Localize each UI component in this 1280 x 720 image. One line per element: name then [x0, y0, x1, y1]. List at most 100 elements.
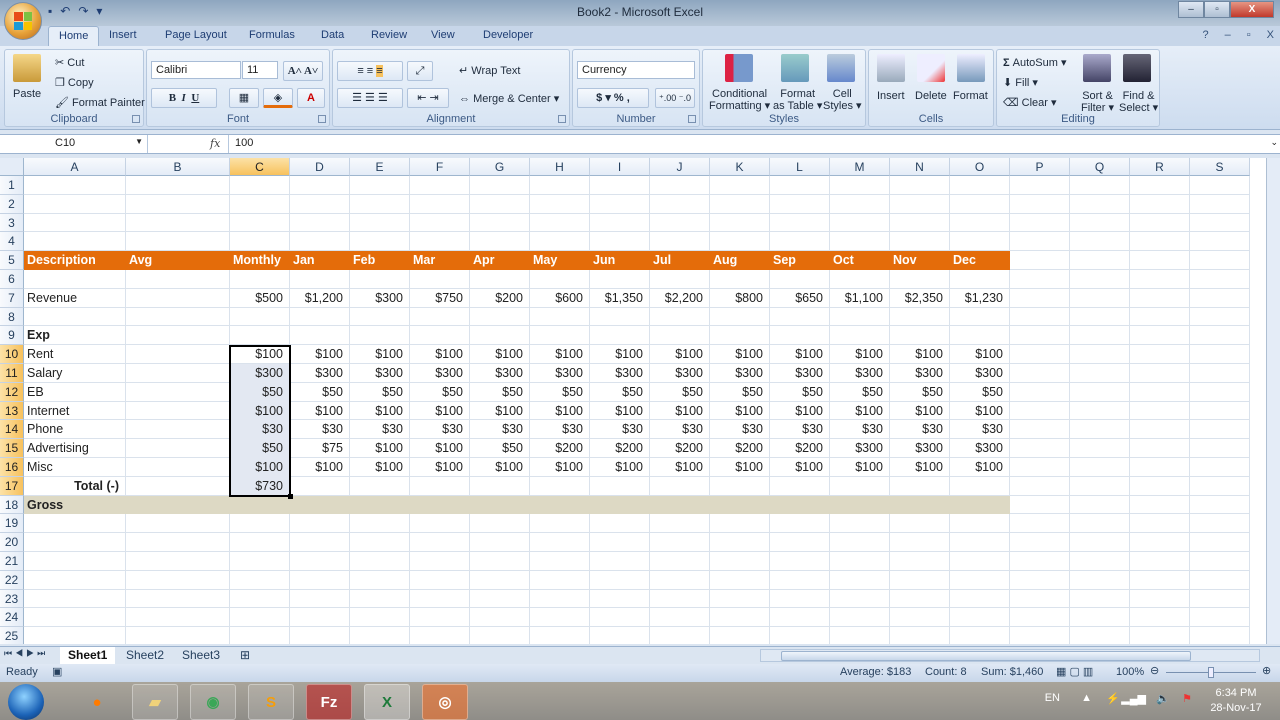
- expense-value[interactable]: $50: [710, 383, 770, 402]
- cell[interactable]: [890, 570, 950, 590]
- row-header-10[interactable]: 10: [0, 345, 24, 364]
- cell[interactable]: [230, 552, 290, 571]
- column-header-k[interactable]: K: [710, 158, 770, 176]
- cell[interactable]: [290, 570, 350, 590]
- cell[interactable]: [770, 176, 830, 195]
- cell[interactable]: [1130, 627, 1190, 644]
- cell[interactable]: [530, 213, 590, 233]
- cell[interactable]: [830, 270, 890, 289]
- cell[interactable]: [650, 270, 710, 289]
- expense-value[interactable]: $300: [950, 364, 1010, 383]
- expense-value[interactable]: $300: [650, 364, 710, 383]
- column-header-j[interactable]: J: [650, 158, 710, 176]
- number-format-select[interactable]: Currency: [577, 61, 695, 79]
- cell[interactable]: [830, 627, 890, 644]
- cell[interactable]: [770, 326, 830, 346]
- expense-value[interactable]: $100: [830, 458, 890, 477]
- expense-value[interactable]: $100: [470, 345, 530, 364]
- cell[interactable]: [1130, 589, 1190, 609]
- expense-value[interactable]: $300: [410, 364, 470, 383]
- cell[interactable]: [590, 213, 650, 233]
- cell[interactable]: [24, 194, 126, 214]
- cell[interactable]: [710, 176, 770, 195]
- conditional-formatting-button[interactable]: Conditional Formatting ▾: [709, 88, 770, 112]
- borders-button[interactable]: ▦: [229, 88, 259, 108]
- expense-value[interactable]: $300: [830, 364, 890, 383]
- cell[interactable]: [710, 213, 770, 233]
- expense-value[interactable]: $50: [410, 383, 470, 402]
- cell[interactable]: [410, 589, 470, 609]
- cell[interactable]: [126, 345, 230, 364]
- number-launcher[interactable]: [688, 115, 696, 123]
- cell[interactable]: [1130, 439, 1190, 458]
- cell[interactable]: [770, 589, 830, 609]
- expense-value[interactable]: $100: [410, 345, 470, 364]
- paste-button[interactable]: Paste: [13, 88, 41, 100]
- row-header-12[interactable]: 12: [0, 382, 24, 402]
- cell[interactable]: [1010, 401, 1070, 421]
- cell[interactable]: [1010, 307, 1070, 327]
- tab-data[interactable]: Data: [321, 29, 344, 41]
- cell[interactable]: [1130, 420, 1190, 440]
- vertical-scrollbar[interactable]: [1266, 158, 1280, 644]
- cell[interactable]: [290, 627, 350, 644]
- underline-button[interactable]: U: [191, 92, 199, 104]
- cell[interactable]: [1130, 307, 1190, 327]
- revenue-value[interactable]: $1,230: [950, 289, 1010, 308]
- row-header-5[interactable]: 5: [0, 251, 24, 270]
- row-header-13[interactable]: 13: [0, 401, 24, 421]
- cell[interactable]: [1190, 364, 1250, 383]
- cell[interactable]: [1010, 514, 1070, 534]
- expense-value[interactable]: $30: [470, 420, 530, 439]
- cell[interactable]: [950, 270, 1010, 289]
- revenue-value[interactable]: $2,350: [890, 289, 950, 308]
- cell[interactable]: [1130, 326, 1190, 346]
- clock[interactable]: 6:34 PM 28-Nov-17: [1206, 686, 1266, 716]
- expense-value[interactable]: $50: [290, 383, 350, 402]
- cell[interactable]: [1130, 232, 1190, 252]
- cell[interactable]: [830, 533, 890, 552]
- cell[interactable]: [410, 232, 470, 252]
- sheet-tab-sheet2[interactable]: Sheet2: [118, 647, 172, 664]
- decimal-buttons[interactable]: ⁺.00 ⁻.0: [655, 88, 695, 108]
- cell[interactable]: [470, 176, 530, 195]
- cell[interactable]: [126, 514, 230, 534]
- cell[interactable]: [230, 608, 290, 628]
- cell[interactable]: [950, 570, 1010, 590]
- expense-value[interactable]: $100: [770, 402, 830, 421]
- header-cell[interactable]: Aug: [710, 251, 770, 270]
- cell[interactable]: [230, 533, 290, 552]
- network-icon[interactable]: ▂▄▆: [1121, 692, 1146, 705]
- cell[interactable]: [1070, 251, 1130, 270]
- cell[interactable]: [290, 514, 350, 534]
- cell[interactable]: [470, 552, 530, 571]
- cell[interactable]: [890, 627, 950, 644]
- fill-button[interactable]: ⬇ Fill ▾: [1003, 76, 1038, 89]
- cell[interactable]: [830, 514, 890, 534]
- expense-value[interactable]: $50: [470, 439, 530, 458]
- cell[interactable]: [24, 589, 126, 609]
- cell[interactable]: [1010, 345, 1070, 364]
- cell[interactable]: [350, 570, 410, 590]
- column-header-p[interactable]: P: [1010, 158, 1070, 176]
- cell[interactable]: [1190, 552, 1250, 571]
- fill-color-button[interactable]: ◈: [263, 88, 293, 108]
- exp-label[interactable]: Exp: [24, 326, 126, 345]
- cell[interactable]: [470, 514, 530, 534]
- cell[interactable]: [710, 552, 770, 571]
- expense-value[interactable]: $200: [650, 439, 710, 458]
- cell[interactable]: [1130, 288, 1190, 308]
- cell[interactable]: [126, 458, 230, 477]
- cell[interactable]: [410, 570, 470, 590]
- cell[interactable]: [890, 514, 950, 534]
- cell[interactable]: [530, 533, 590, 552]
- expense-value[interactable]: $100: [890, 402, 950, 421]
- zoom-level[interactable]: 100%: [1116, 666, 1144, 678]
- cell[interactable]: [770, 194, 830, 214]
- cell[interactable]: [830, 213, 890, 233]
- cut-button[interactable]: ✂ Cut: [55, 56, 84, 69]
- cell[interactable]: [1010, 382, 1070, 402]
- cell[interactable]: [890, 232, 950, 252]
- cell[interactable]: [290, 608, 350, 628]
- expense-value[interactable]: $30: [350, 420, 410, 439]
